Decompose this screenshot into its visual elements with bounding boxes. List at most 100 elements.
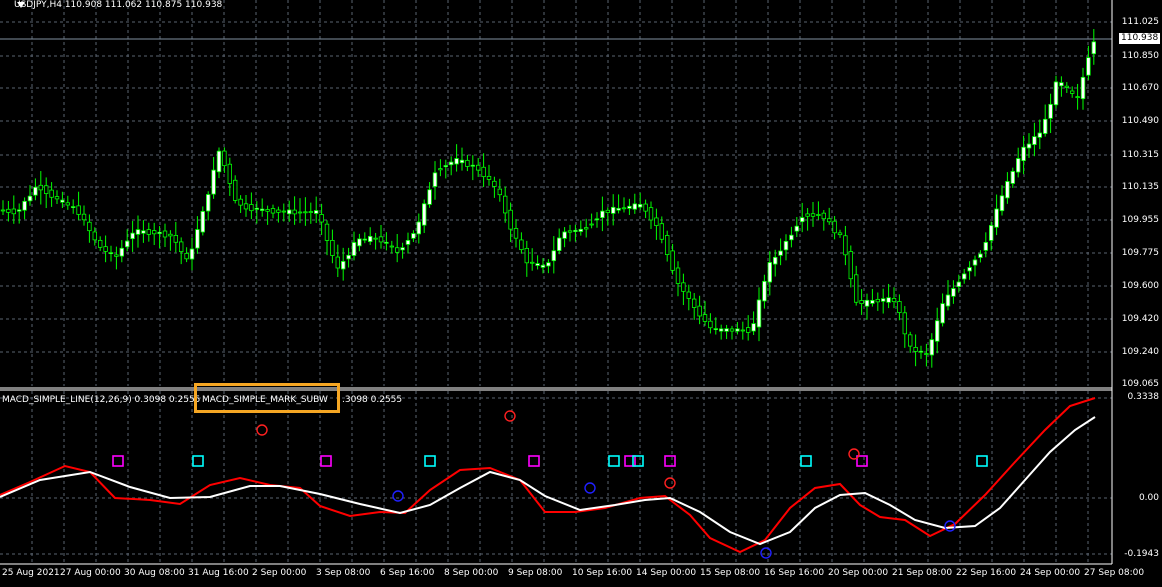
candle-body	[200, 211, 205, 233]
candle-body	[195, 229, 200, 249]
macd-mark-indicator-highlight[interactable]: MACD_SIMPLE_MARK_SUBW	[194, 383, 340, 413]
candle-body	[837, 232, 843, 236]
candle-body	[859, 300, 864, 305]
candle-body	[1075, 96, 1080, 99]
candle-body	[1091, 41, 1096, 55]
candle-body	[103, 246, 108, 252]
candle-body	[146, 229, 151, 235]
candle-body	[908, 334, 913, 347]
candle-body	[265, 209, 270, 212]
candle-body	[1048, 103, 1053, 119]
candle-body	[940, 303, 945, 324]
time-axis-label: 27 Aug 00:00	[60, 568, 121, 578]
candle-body	[778, 250, 783, 256]
time-axis-label: 20 Sep 00:00	[828, 568, 889, 578]
macd-line-indicator-label[interactable]: MACD_SIMPLE_LINE(12,26,9) 0.3098 0.2555	[2, 395, 200, 405]
candle-body	[421, 203, 427, 226]
candle-body	[492, 180, 497, 187]
candle-body	[459, 159, 465, 164]
candle-body	[87, 221, 92, 232]
candle-body	[767, 262, 772, 283]
price-axis-label: 110.850	[1121, 51, 1159, 61]
candle-body	[249, 204, 254, 212]
candle-body	[362, 238, 367, 241]
candle-body	[735, 328, 740, 332]
candle-body	[292, 209, 297, 215]
time-axis-label: 3 Sep 08:00	[316, 568, 371, 578]
candle-body	[535, 263, 540, 266]
candle-body	[719, 328, 724, 332]
candle-body	[832, 220, 837, 234]
candle-body	[524, 248, 529, 264]
candle-body	[1021, 146, 1026, 162]
chart-window[interactable]: USDJPY,H4 110.908 111.062 110.875 110.93…	[0, 0, 1162, 587]
mark-circle	[256, 424, 268, 436]
candle-body	[38, 184, 43, 191]
candle-body	[621, 207, 627, 210]
candle-body	[978, 253, 983, 258]
candle-body	[670, 250, 675, 271]
mark-circle	[392, 490, 404, 502]
time-axis-label: 14 Sep 00:00	[636, 568, 697, 578]
candle-body	[773, 256, 778, 265]
candle-body	[0, 209, 6, 212]
candle-body	[589, 223, 594, 226]
candle-body	[157, 231, 162, 234]
chart-title: USDJPY,H4 110.908 111.062 110.875 110.93…	[14, 0, 223, 10]
candle-body	[141, 230, 146, 234]
candle-body	[211, 169, 216, 195]
candle-body	[1053, 81, 1059, 106]
candle-body	[324, 223, 330, 241]
candle-body	[913, 347, 918, 352]
time-axis-label: 22 Sep 16:00	[956, 568, 1017, 578]
macd-main-line	[0, 397, 1096, 554]
chart-canvas[interactable]	[0, 0, 1162, 587]
candle-body	[956, 281, 961, 287]
time-axis-label: 15 Sep 08:00	[700, 568, 761, 578]
candle-body	[600, 210, 605, 219]
candle-body	[648, 207, 654, 221]
macd-mark-indicator-label: MACD_SIMPLE_MARK_SUBW	[202, 395, 328, 405]
candle-body	[897, 301, 902, 313]
candle-body	[1086, 57, 1091, 76]
candle-body	[994, 208, 999, 228]
candle-body	[454, 158, 459, 165]
candle-body	[114, 254, 119, 257]
candle-body	[756, 299, 762, 328]
candle-body	[76, 205, 81, 215]
candle-body	[119, 247, 124, 257]
candle-body	[783, 240, 789, 251]
time-axis-label: 25 Aug 2021	[2, 568, 60, 578]
candle-body	[98, 239, 103, 248]
candle-body	[1080, 76, 1086, 100]
candle-body	[1016, 158, 1021, 173]
candle-body	[594, 218, 600, 221]
mark-square	[856, 455, 868, 467]
candle-body	[1026, 143, 1032, 149]
candle-body	[794, 225, 799, 232]
candle-body	[800, 217, 805, 223]
candle-body	[297, 211, 303, 214]
mark-square	[320, 455, 332, 467]
candle-body	[243, 203, 249, 210]
candle-body	[702, 314, 708, 322]
candle-body	[303, 211, 308, 214]
candle-body	[854, 274, 859, 303]
price-axis-label: 109.775	[1121, 248, 1159, 258]
price-axis-label: 110.490	[1121, 116, 1159, 126]
candle-body	[33, 186, 38, 196]
candle-body	[71, 206, 76, 208]
mark-square	[976, 455, 988, 467]
candle-body	[929, 339, 934, 356]
candle-body	[713, 328, 718, 330]
symbol-dropdown-icon[interactable]	[17, 2, 25, 8]
mark-square	[608, 455, 620, 467]
candle-body	[184, 253, 189, 260]
candle-body	[1032, 136, 1037, 145]
mark-circle	[760, 547, 772, 559]
candle-body	[843, 235, 848, 256]
candle-body	[659, 223, 664, 240]
candle-body	[945, 294, 951, 307]
sub-axis-label: -0.1943	[1124, 549, 1159, 559]
candle-body	[438, 168, 443, 171]
